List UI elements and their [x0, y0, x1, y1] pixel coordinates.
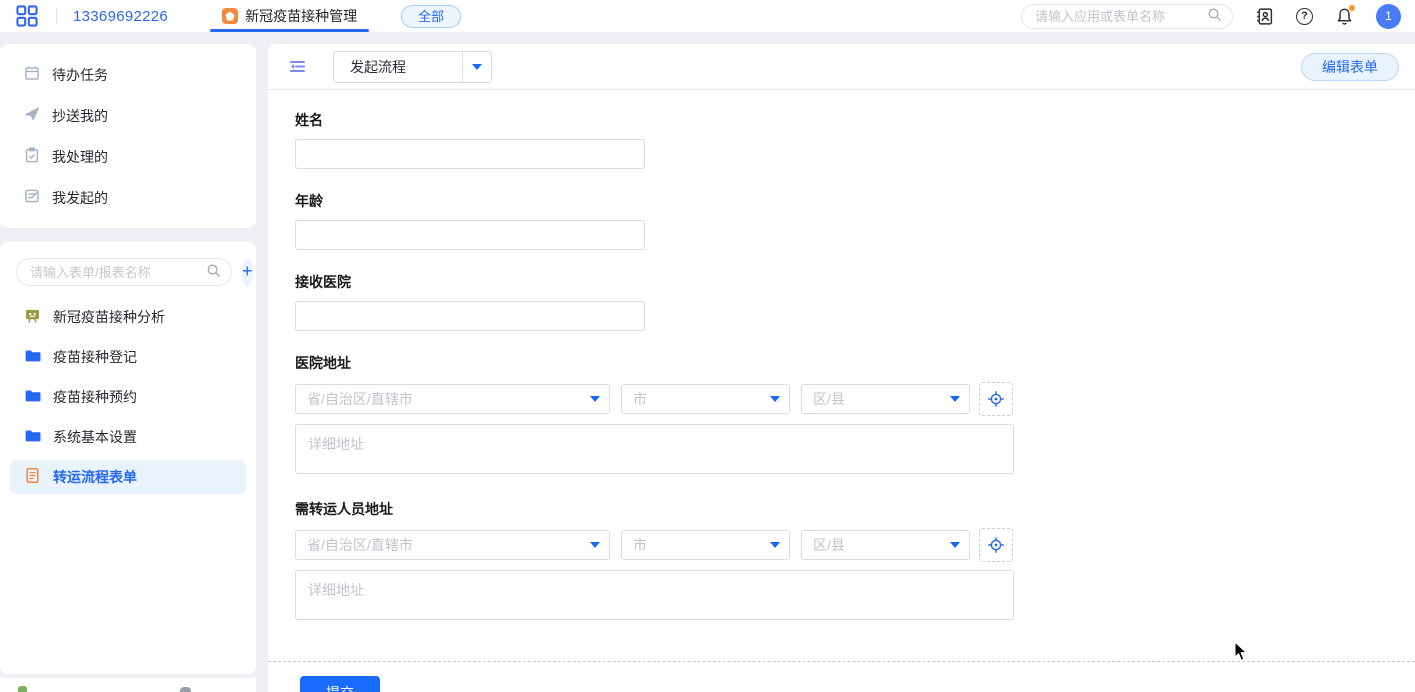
form-item-label: 疫苗接种预约	[53, 387, 137, 407]
city-select[interactable]: 市	[621, 384, 790, 414]
sidebar: 待办任务 抄送我的 我处理的 我发起的	[0, 44, 256, 692]
name-input[interactable]	[295, 139, 645, 169]
filter-all-pill[interactable]: 全部	[401, 5, 461, 28]
sidebar-footer	[0, 677, 256, 692]
form-item-label: 系统基本设置	[53, 427, 137, 447]
field-age: 年龄	[295, 191, 1415, 250]
field-label: 需转运人员地址	[295, 499, 1415, 519]
locate-button[interactable]	[979, 382, 1013, 416]
collapse-sidebar-icon[interactable]	[288, 58, 307, 75]
header-search[interactable]	[1021, 4, 1233, 29]
search-icon	[1207, 7, 1222, 25]
sidebar-item-todo-tasks[interactable]: 待办任务	[0, 54, 256, 95]
chevron-down-icon	[950, 396, 960, 407]
district-select[interactable]: 区/县	[801, 530, 970, 560]
nav-label: 待办任务	[52, 65, 108, 85]
footer-avatar-icon	[180, 687, 191, 692]
field-transfer-address: 需转运人员地址 省/自治区/直辖市 市 区/县	[295, 499, 1415, 623]
paper-plane-icon	[24, 106, 40, 125]
nav-label: 我处理的	[52, 147, 108, 167]
flow-dropdown-button[interactable]	[462, 51, 492, 83]
nav-label: 抄送我的	[52, 106, 108, 126]
header-divider	[56, 8, 57, 24]
start-flow-button[interactable]: 发起流程	[333, 51, 462, 83]
field-label: 医院地址	[295, 353, 1415, 373]
chevron-down-icon	[950, 542, 960, 553]
sidebar-item-vaccine-registration[interactable]: 疫苗接种登记	[10, 340, 246, 374]
form-item-label: 转运流程表单	[53, 467, 137, 487]
form-toolbar: 发起流程 编辑表单	[268, 44, 1415, 90]
nav-label: 我发起的	[52, 188, 108, 208]
top-header: 13369692226 新冠疫苗接种管理 全部 ? 1	[0, 0, 1415, 32]
sidebar-item-processed-by-me[interactable]: 我处理的	[0, 136, 256, 177]
notification-bell-icon[interactable]	[1335, 7, 1354, 26]
folder-icon	[24, 387, 41, 407]
help-icon[interactable]: ?	[1296, 8, 1313, 25]
form-search[interactable]	[16, 258, 232, 286]
document-edit-icon	[24, 188, 40, 207]
dashboard-icon	[24, 307, 41, 327]
search-icon	[206, 263, 221, 281]
field-hospital: 接收医院	[295, 272, 1415, 331]
sidebar-item-transfer-flow-form[interactable]: 转运流程表单	[10, 460, 246, 494]
clipboard-check-icon	[24, 147, 40, 166]
chevron-down-icon	[770, 396, 780, 407]
form-doc-icon	[24, 467, 41, 487]
form-body: 姓名 年龄 接收医院 医院地址 省/自治区/直辖市 市	[268, 90, 1415, 623]
district-select[interactable]: 区/县	[801, 384, 970, 414]
app-icon	[222, 8, 238, 24]
field-label: 接收医院	[295, 272, 1415, 292]
crosshair-icon	[987, 390, 1005, 408]
province-select[interactable]: 省/自治区/直辖市	[295, 530, 610, 560]
header-search-input[interactable]	[1035, 9, 1207, 24]
calendar-icon	[24, 65, 40, 84]
tab-label: 新冠疫苗接种管理	[245, 6, 357, 26]
folder-icon	[24, 347, 41, 367]
province-select[interactable]: 省/自治区/直辖市	[295, 384, 610, 414]
form-item-label: 疫苗接种登记	[53, 347, 137, 367]
transfer-detail-address-input[interactable]	[295, 570, 1014, 620]
form-bottom-divider	[268, 661, 1415, 662]
field-hospital-address: 医院地址 省/自治区/直辖市 市 区/县	[295, 353, 1415, 477]
form-item-label: 新冠疫苗接种分析	[53, 307, 165, 327]
age-input[interactable]	[295, 220, 645, 250]
sidebar-forms-card: + 新冠疫苗接种分析 疫苗接种登记 疫苗接种预约 系统基本设置 转运流程表单	[0, 242, 256, 674]
sidebar-item-system-settings[interactable]: 系统基本设置	[10, 420, 246, 454]
chevron-down-icon	[472, 64, 482, 75]
folder-icon	[24, 427, 41, 447]
sidebar-item-vaccine-appointment[interactable]: 疫苗接种预约	[10, 380, 246, 414]
contacts-icon[interactable]	[1255, 7, 1274, 26]
crosshair-icon	[987, 536, 1005, 554]
field-label: 年龄	[295, 191, 1415, 211]
chevron-down-icon	[590, 396, 600, 407]
chevron-down-icon	[770, 542, 780, 553]
city-select[interactable]: 市	[621, 530, 790, 560]
user-avatar[interactable]: 1	[1376, 4, 1401, 29]
app-grid-icon[interactable]	[16, 5, 38, 27]
sidebar-nav-card: 待办任务 抄送我的 我处理的 我发起的	[0, 44, 256, 228]
sidebar-item-initiated-by-me[interactable]: 我发起的	[0, 177, 256, 218]
form-search-input[interactable]	[30, 265, 206, 280]
tab-vaccine-app[interactable]: 新冠疫苗接种管理	[210, 0, 369, 32]
notification-dot	[1349, 5, 1355, 11]
locate-button[interactable]	[979, 528, 1013, 562]
field-label: 姓名	[295, 110, 1415, 130]
add-form-button[interactable]: +	[242, 259, 253, 286]
sidebar-item-vaccine-analysis[interactable]: 新冠疫苗接种分析	[10, 300, 246, 334]
account-phone[interactable]: 13369692226	[73, 8, 168, 25]
sidebar-item-cc-to-me[interactable]: 抄送我的	[0, 95, 256, 136]
chevron-down-icon	[590, 542, 600, 553]
field-name: 姓名	[295, 110, 1415, 169]
edit-form-button[interactable]: 编辑表单	[1301, 53, 1399, 81]
main-panel: 发起流程 编辑表单 姓名 年龄 接收医院 医院地址	[268, 44, 1415, 692]
footer-leaf-icon	[18, 686, 27, 692]
start-flow-split-button: 发起流程	[333, 51, 492, 83]
submit-button[interactable]: 提交	[300, 676, 380, 692]
hospital-input[interactable]	[295, 301, 645, 331]
hospital-detail-address-input[interactable]	[295, 424, 1014, 474]
